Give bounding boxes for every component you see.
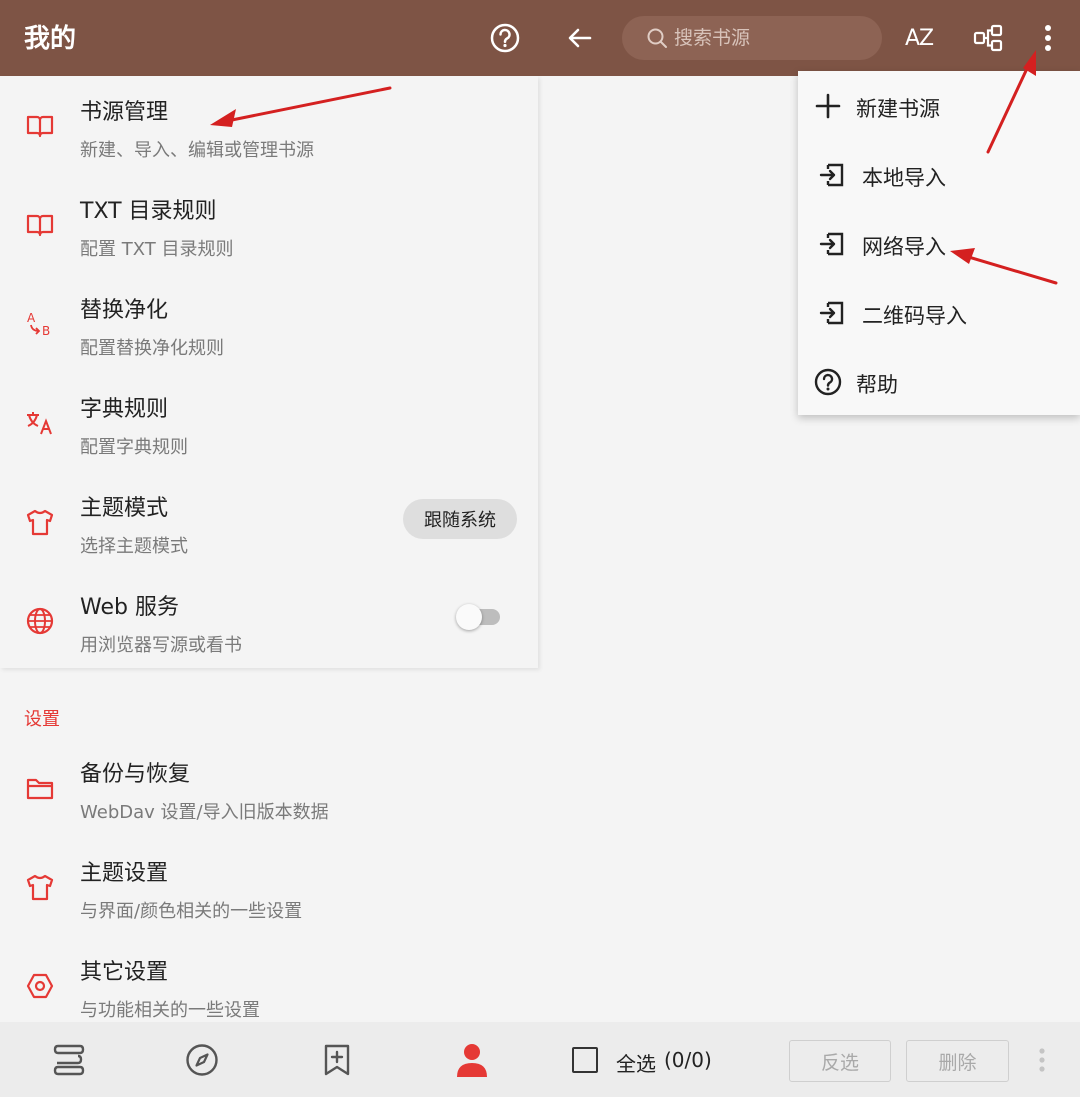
- delete-button[interactable]: 删除: [906, 1040, 1009, 1082]
- invert-selection-button[interactable]: 反选: [789, 1040, 891, 1082]
- arrow-left-icon: [568, 28, 592, 48]
- import-icon: [819, 232, 844, 256]
- bookshelf-icon: [53, 1044, 85, 1076]
- search-box[interactable]: [622, 16, 882, 60]
- list-item-replace-rules[interactable]: A B 替换净化 配置替换净化规则: [0, 274, 538, 373]
- import-icon: [819, 301, 844, 325]
- shirt-icon: [26, 509, 54, 536]
- help-icon: [490, 23, 520, 53]
- translate-icon: [27, 412, 52, 435]
- menu-item-new-source[interactable]: 新建书源: [798, 71, 1080, 140]
- top-app-bar: 我的 AZ: [0, 0, 1080, 76]
- import-icon: [819, 163, 844, 187]
- list-item-dictionary-rules[interactable]: 字典规则 配置字典规则: [0, 373, 538, 472]
- group-button[interactable]: [966, 16, 1010, 60]
- more-options-button[interactable]: [1026, 16, 1070, 60]
- shirt-icon: [26, 874, 54, 901]
- list-item-other-settings[interactable]: 其它设置 与功能相关的一些设置: [0, 936, 538, 1035]
- item-title: TXT 目录规则: [80, 199, 217, 224]
- svg-text:A: A: [27, 311, 36, 325]
- person-icon: [457, 1044, 487, 1077]
- book-icon: [26, 115, 54, 138]
- menu-item-label: 二维码导入: [862, 304, 967, 328]
- menu-item-label: 新建书源: [856, 97, 940, 121]
- web-service-toggle[interactable]: [456, 603, 502, 630]
- folder-icon: [26, 778, 54, 800]
- item-subtitle: 用浏览器写源或看书: [80, 635, 242, 656]
- page-title: 我的: [24, 24, 77, 54]
- globe-icon: [26, 607, 54, 635]
- menu-item-qrcode-import[interactable]: 二维码导入: [798, 278, 1080, 347]
- item-subtitle: 配置 TXT 目录规则: [80, 239, 234, 260]
- nav-rss[interactable]: [316, 1039, 358, 1081]
- item-subtitle: WebDav 设置/导入旧版本数据: [80, 802, 329, 823]
- sort-az-icon: AZ: [904, 25, 934, 51]
- menu-item-label: 网络导入: [862, 235, 946, 259]
- item-title: 书源管理: [80, 100, 169, 125]
- svg-text:B: B: [42, 324, 50, 338]
- nav-bookshelf[interactable]: [47, 1039, 89, 1081]
- list-item-web-service[interactable]: Web 服务 用浏览器写源或看书: [0, 571, 538, 670]
- more-vertical-icon: [1039, 1048, 1045, 1072]
- settings-section-header: 设置: [24, 709, 60, 730]
- back-button[interactable]: [558, 16, 602, 60]
- overflow-menu: 新建书源 本地导入 网络导入 二维码导入 帮助: [798, 71, 1080, 415]
- bookmark-add-icon: [324, 1044, 350, 1076]
- bottom-bar: 全选 (0/0) 反选 删除: [0, 1022, 1080, 1097]
- nav-discover[interactable]: [181, 1039, 223, 1081]
- item-subtitle: 配置替换净化规则: [80, 338, 224, 359]
- menu-item-local-import[interactable]: 本地导入: [798, 140, 1080, 209]
- search-input[interactable]: [674, 16, 874, 60]
- my-items-card: 书源管理 新建、导入、编辑或管理书源 TXT 目录规则 配置 TXT 目录规则 …: [0, 76, 538, 668]
- list-item-theme-mode[interactable]: 主题模式 选择主题模式 跟随系统: [0, 472, 538, 571]
- item-subtitle: 与界面/颜色相关的一些设置: [80, 901, 303, 922]
- select-all-checkbox[interactable]: [572, 1047, 598, 1073]
- menu-item-label: 本地导入: [862, 166, 946, 190]
- group-tree-icon: [973, 24, 1003, 52]
- list-item-book-source[interactable]: 书源管理 新建、导入、编辑或管理书源: [0, 76, 538, 175]
- list-item-backup-restore[interactable]: 备份与恢复 WebDav 设置/导入旧版本数据: [0, 738, 538, 837]
- list-item-theme-settings[interactable]: 主题设置 与界面/颜色相关的一些设置: [0, 837, 538, 936]
- nav-my[interactable]: [451, 1039, 493, 1081]
- item-title: 其它设置: [80, 960, 169, 985]
- help-icon: [814, 368, 842, 396]
- book-icon: [26, 214, 54, 237]
- select-all-label[interactable]: 全选: [616, 1048, 656, 1077]
- compass-icon: [186, 1044, 218, 1076]
- plus-icon: [815, 93, 841, 119]
- list-item-txt-rules[interactable]: TXT 目录规则 配置 TXT 目录规则: [0, 175, 538, 274]
- menu-item-network-import[interactable]: 网络导入: [798, 209, 1080, 278]
- toggle-knob: [456, 604, 482, 630]
- item-subtitle: 配置字典规则: [80, 437, 188, 458]
- selection-count: (0/0): [664, 1048, 712, 1072]
- item-title: 备份与恢复: [80, 762, 191, 787]
- item-subtitle: 选择主题模式: [80, 536, 188, 557]
- item-title: Web 服务: [80, 595, 179, 620]
- item-title: 主题模式: [80, 496, 169, 521]
- menu-item-help[interactable]: 帮助: [798, 347, 1080, 416]
- help-button[interactable]: [483, 16, 527, 60]
- theme-mode-chip[interactable]: 跟随系统: [403, 499, 517, 539]
- item-title: 字典规则: [80, 397, 169, 422]
- item-title: 主题设置: [80, 861, 169, 886]
- hexagon-settings-icon: [26, 973, 54, 999]
- item-subtitle: 新建、导入、编辑或管理书源: [80, 140, 314, 161]
- item-subtitle: 与功能相关的一些设置: [80, 1000, 260, 1021]
- search-icon: [647, 28, 667, 48]
- bottom-more-button[interactable]: [1022, 1039, 1062, 1081]
- sort-button[interactable]: AZ: [897, 16, 941, 60]
- replace-ab-icon: A B: [27, 311, 50, 338]
- menu-item-label: 帮助: [856, 373, 898, 397]
- more-vertical-icon: [1045, 25, 1051, 51]
- item-title: 替换净化: [80, 298, 169, 323]
